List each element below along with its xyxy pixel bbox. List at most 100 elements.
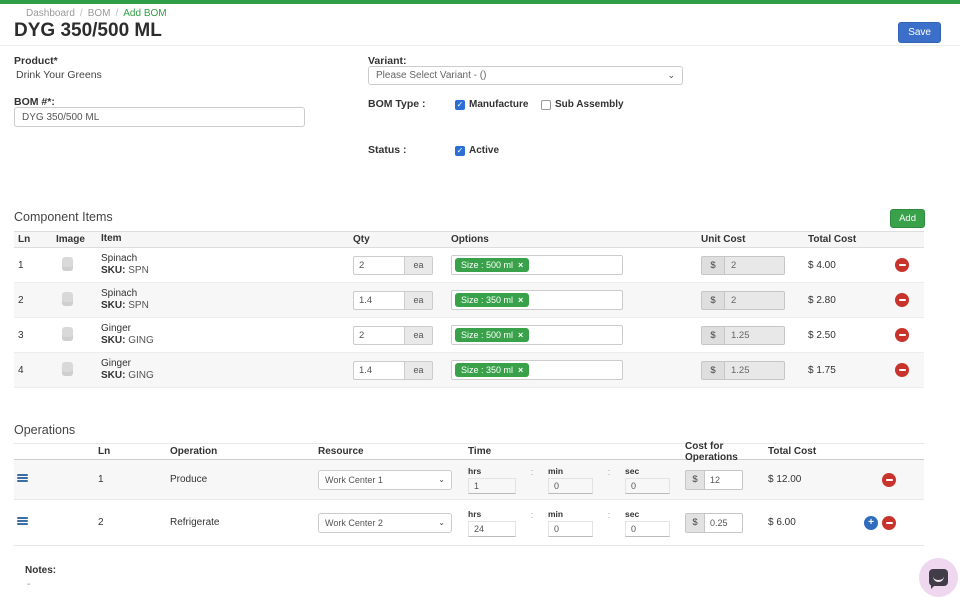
line-number: 4 <box>14 365 56 376</box>
component-items-table: Ln Image Item Qty Options Unit Cost Tota… <box>14 231 924 388</box>
item-name: Ginger <box>101 323 353 336</box>
option-tag: Size : 350 ml× <box>455 293 529 307</box>
qty-unit-addon: ea <box>405 256 433 275</box>
min-label: min <box>548 509 593 519</box>
remove-row-button[interactable] <box>895 363 909 377</box>
total-cost: $ 12.00 <box>760 474 845 485</box>
variant-select[interactable]: Please Select Variant - () ⌄ <box>368 66 683 85</box>
operations-table: Ln Operation Resource Time Cost for Oper… <box>14 443 924 546</box>
line-number: 3 <box>14 330 56 341</box>
image-placeholder-icon <box>62 257 73 271</box>
hrs-input[interactable] <box>468 521 516 537</box>
item-sku: GING <box>128 370 154 381</box>
component-row-4: 4 Ginger SKU: GING ea Size : 350 ml× $ $… <box>14 353 924 388</box>
col-qty: Qty <box>353 234 451 245</box>
tag-remove-icon[interactable]: × <box>518 295 523 305</box>
line-number: 1 <box>14 260 56 271</box>
qty-input[interactable] <box>353 256 405 275</box>
total-cost: $ 4.00 <box>804 260 880 271</box>
currency-addon: $ <box>701 361 725 380</box>
operations-title: Operations <box>14 423 75 437</box>
col-operation: Operation <box>160 446 305 457</box>
save-button[interactable]: Save <box>898 22 941 43</box>
qty-input[interactable] <box>353 326 405 345</box>
currency-addon: $ <box>685 470 705 490</box>
qty-input[interactable] <box>353 361 405 380</box>
product-value: Drink Your Greens <box>16 69 102 81</box>
status-label: Status : <box>368 144 407 156</box>
tag-remove-icon[interactable]: × <box>518 330 523 340</box>
sec-input[interactable] <box>625 521 670 537</box>
remove-operation-button[interactable] <box>882 516 896 530</box>
manufacture-checkbox[interactable]: ✓ <box>455 100 465 110</box>
image-placeholder-icon <box>62 292 73 306</box>
col-time: Time <box>455 446 685 457</box>
active-label: Active <box>469 145 499 156</box>
bom-number-field[interactable] <box>14 107 305 127</box>
add-operation-button[interactable]: + <box>864 516 878 530</box>
col-unit-cost: Unit Cost <box>701 234 804 245</box>
operation-row-2: 2 Refrigerate Work Center 2⌄ hrs : min :… <box>14 500 924 546</box>
drag-handle-icon[interactable] <box>17 474 28 483</box>
breadcrumb-bom[interactable]: BOM <box>88 8 111 19</box>
active-checkbox[interactable]: ✓ <box>455 146 465 156</box>
options-field[interactable]: Size : 500 ml× <box>451 255 623 275</box>
unit-cost-input[interactable] <box>725 256 785 275</box>
unit-cost-input[interactable] <box>725 361 785 380</box>
chat-launcher-button[interactable] <box>919 558 958 597</box>
min-label: min <box>548 466 593 476</box>
line-number: 1 <box>88 474 160 485</box>
total-cost: $ 1.75 <box>804 365 880 376</box>
image-placeholder-icon <box>62 327 73 341</box>
resource-select[interactable]: Work Center 1⌄ <box>318 470 452 490</box>
total-cost: $ 2.50 <box>804 330 880 341</box>
drag-handle-icon[interactable] <box>17 517 28 526</box>
unit-cost-input[interactable] <box>725 291 785 310</box>
image-placeholder-icon <box>62 362 73 376</box>
resource-select[interactable]: Work Center 2⌄ <box>318 513 452 533</box>
remove-row-button[interactable] <box>895 258 909 272</box>
hrs-label: hrs <box>468 466 516 476</box>
remove-row-button[interactable] <box>895 328 909 342</box>
options-field[interactable]: Size : 500 ml× <box>451 325 623 345</box>
operation-cost-input[interactable] <box>705 513 743 533</box>
col-total-cost: Total Cost <box>760 446 845 457</box>
col-image: Image <box>56 234 101 245</box>
qty-input[interactable] <box>353 291 405 310</box>
add-component-button[interactable]: Add <box>890 209 925 228</box>
minus-icon <box>886 479 893 481</box>
options-field[interactable]: Size : 350 ml× <box>451 360 623 380</box>
remove-row-button[interactable] <box>895 293 909 307</box>
hrs-label: hrs <box>468 509 516 519</box>
breadcrumb-current: Add BOM <box>123 8 166 19</box>
top-accent-bar <box>0 0 960 4</box>
notes-label: Notes: <box>25 565 56 576</box>
options-field[interactable]: Size : 350 ml× <box>451 290 623 310</box>
currency-addon: $ <box>685 513 705 533</box>
sub-assembly-checkbox[interactable] <box>541 100 551 110</box>
qty-unit-addon: ea <box>405 326 433 345</box>
operation-cost-input[interactable] <box>705 470 743 490</box>
unit-cost-input[interactable] <box>725 326 785 345</box>
min-input[interactable] <box>548 521 593 537</box>
col-ln: Ln <box>14 234 56 245</box>
header-divider <box>0 45 960 46</box>
remove-operation-button[interactable] <box>882 473 896 487</box>
hrs-input[interactable] <box>468 478 516 494</box>
component-items-title: Component Items <box>14 210 113 224</box>
currency-addon: $ <box>701 256 725 275</box>
item-name: Ginger <box>101 358 353 371</box>
qty-unit-addon: ea <box>405 291 433 310</box>
chevron-down-icon: ⌄ <box>438 475 445 484</box>
minus-icon <box>899 299 906 301</box>
col-resource: Resource <box>305 446 455 457</box>
breadcrumb-dashboard[interactable]: Dashboard <box>26 8 75 19</box>
tag-remove-icon[interactable]: × <box>518 365 523 375</box>
tag-remove-icon[interactable]: × <box>518 260 523 270</box>
sec-input[interactable] <box>625 478 670 494</box>
minus-icon <box>886 522 893 524</box>
minus-icon <box>899 334 906 336</box>
min-input[interactable] <box>548 478 593 494</box>
page-title: DYG 350/500 ML <box>14 20 162 42</box>
component-row-3: 3 Ginger SKU: GING ea Size : 500 ml× $ $… <box>14 318 924 353</box>
